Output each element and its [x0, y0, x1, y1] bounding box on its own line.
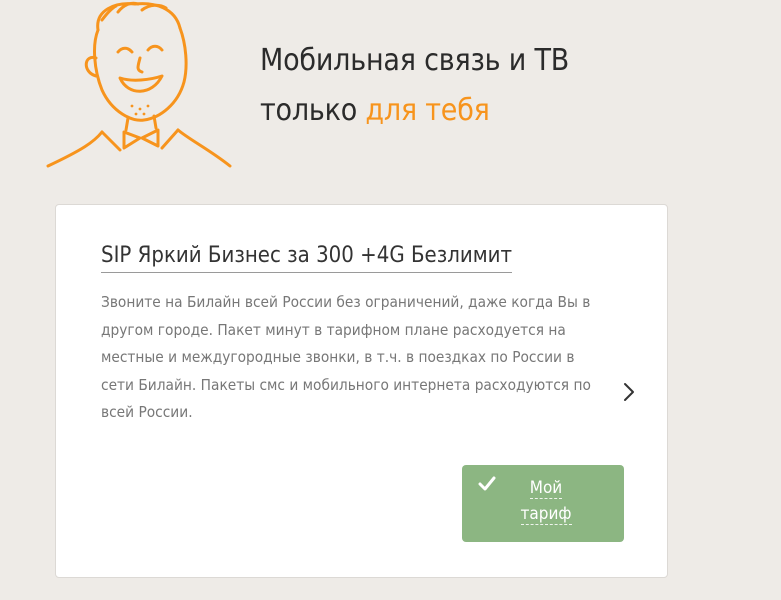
my-tariff-button[interactable]: Мой тариф	[462, 465, 624, 542]
checkmark-icon	[478, 476, 496, 491]
chevron-right-icon[interactable]	[622, 381, 636, 403]
tariff-card: SIP Яркий Бизнес за 300 +4G Безлимит Зво…	[55, 204, 668, 578]
tariff-description: Звоните на Билайн всей России без ограни…	[101, 293, 591, 421]
tariff-title[interactable]: SIP Яркий Бизнес за 300 +4G Безлимит	[101, 243, 513, 273]
hero-line-2-plain: только	[260, 93, 366, 128]
hero-line-2: только для тебя	[260, 86, 569, 136]
my-tariff-label: Мой тариф	[520, 478, 572, 525]
hero-line-1: Мобильная связь и ТВ	[260, 43, 570, 78]
hero-headline: Мобильная связь и ТВ только для тебя	[260, 36, 569, 136]
mascot-illustration	[46, 1, 232, 168]
hero-line-2-accent: для тебя	[365, 93, 490, 128]
